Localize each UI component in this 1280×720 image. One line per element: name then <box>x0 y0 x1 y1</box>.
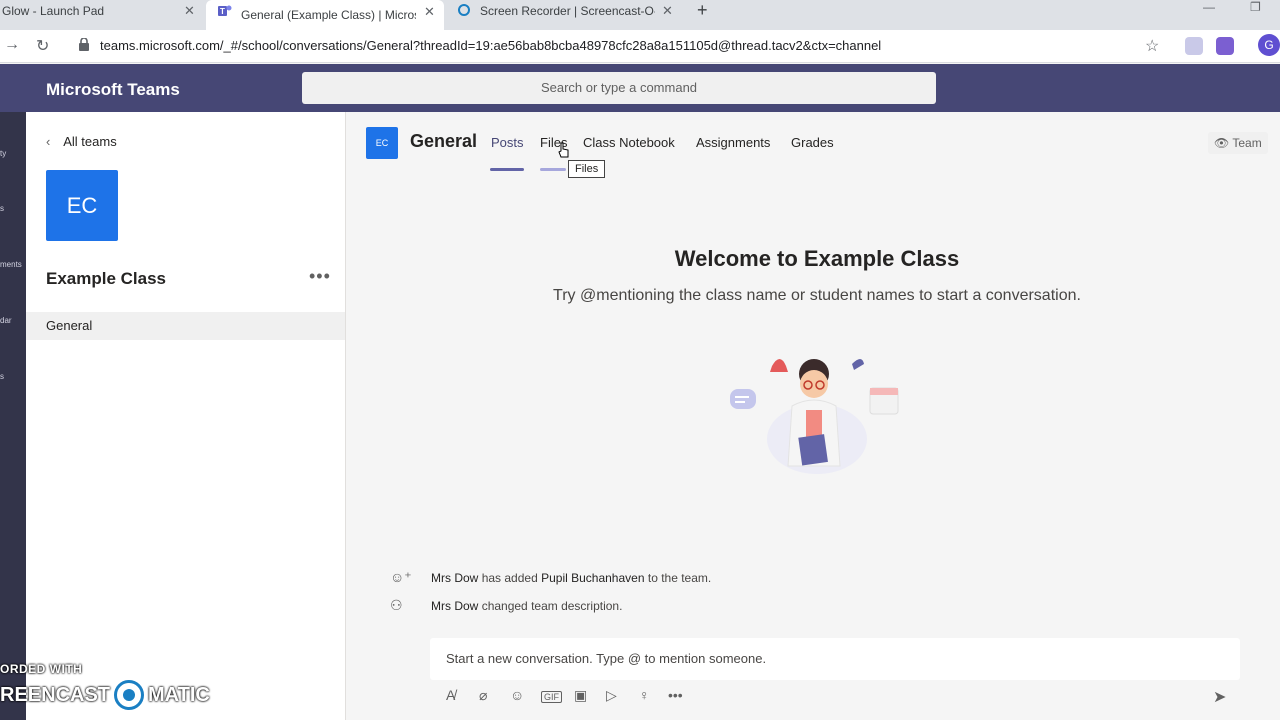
watermark-right: MATIC <box>148 683 210 706</box>
tab-assignments[interactable]: Assignments <box>696 135 770 150</box>
channel-avatar: EC <box>366 127 398 159</box>
active-tab-indicator <box>490 168 524 171</box>
team-name: Example Class <box>46 269 167 288</box>
svg-text:T: T <box>220 7 225 16</box>
welcome-illustration <box>730 359 899 474</box>
reload-icon[interactable]: ↻ <box>36 36 49 56</box>
teams-header: Microsoft Teams Search or type a command <box>0 64 1280 112</box>
tab-title: Screen Recorder | Screencast-O- <box>480 4 655 18</box>
minimize-icon[interactable]: — <box>1203 0 1215 14</box>
rail-item-label[interactable]: s <box>0 372 4 381</box>
activity-actor[interactable]: Mrs Dow <box>431 571 478 585</box>
all-teams-link[interactable]: ‹ All teams <box>46 134 117 149</box>
channel-main: EC General Posts Files Class Notebook As… <box>346 112 1280 720</box>
browser-tab-active[interactable]: T General (Example Class) | Micros ✕ <box>206 0 444 30</box>
app-rail: ty s ments dar s <box>0 112 26 720</box>
rail-item-label[interactable]: s <box>0 204 4 213</box>
team-button[interactable]: 👁 Team <box>1208 132 1268 154</box>
welcome-subtitle: Try @mentioning the class name or studen… <box>553 287 1081 304</box>
activity-item: ⚇ Mrs Dow changed team description. <box>390 597 790 615</box>
eye-icon: 👁 <box>1214 136 1230 150</box>
sticker-icon[interactable]: ▣ <box>574 687 587 704</box>
rail-item-label[interactable]: ty <box>0 149 6 158</box>
browser-tab[interactable]: Screen Recorder | Screencast-O- ✕ <box>456 0 686 22</box>
teams-icon: T <box>218 5 232 16</box>
watermark-line1: ORDED WITH <box>0 662 83 676</box>
more-options-icon[interactable]: ••• <box>668 687 683 703</box>
app-title: Microsoft Teams <box>46 80 180 99</box>
new-tab-icon[interactable]: + <box>697 0 708 21</box>
close-icon[interactable]: ✕ <box>662 3 673 19</box>
restore-icon[interactable]: ❐ <box>1250 0 1261 14</box>
watermark-left: REENCAST <box>0 683 111 706</box>
browser-tabstrip: Glow - Launch Pad ✕ T General (Example C… <box>0 0 1280 30</box>
activity-tail: to the team. <box>647 571 712 585</box>
compose-box[interactable]: Start a new conversation. Type @ to ment… <box>430 638 1240 680</box>
praise-icon[interactable]: ♀ <box>639 687 650 703</box>
activity-item: ☺⁺ Mrs Dow has added Pupil Buchanhaven t… <box>390 569 790 587</box>
lock-icon <box>79 38 89 51</box>
browser-tab[interactable]: Glow - Launch Pad ✕ <box>2 0 202 22</box>
meet-icon[interactable]: ▷ <box>606 687 617 704</box>
send-icon[interactable]: ➤ <box>1213 687 1226 707</box>
activity-action: changed team description. <box>481 599 623 613</box>
attach-icon[interactable]: ⌀ <box>479 687 487 704</box>
format-icon[interactable]: A̸ <box>446 687 455 703</box>
welcome-title: Welcome to Example Class <box>674 246 960 271</box>
rail-item-label[interactable]: ments <box>0 260 22 269</box>
profile-avatar[interactable]: G <box>1258 34 1280 56</box>
forward-icon[interactable]: → <box>4 36 20 54</box>
gif-icon[interactable]: GIF <box>541 691 562 703</box>
tab-posts[interactable]: Posts <box>491 135 524 150</box>
chevron-left-icon: ‹ <box>46 134 51 149</box>
activity-action: has added <box>481 571 538 585</box>
tooltip: Files <box>568 160 606 178</box>
channel-title: General <box>410 131 478 151</box>
add-person-icon: ☺⁺ <box>390 569 412 585</box>
url-text[interactable]: teams.microsoft.com/_#/school/conversati… <box>100 38 881 53</box>
tab-grades[interactable]: Grades <box>791 135 834 150</box>
activity-target[interactable]: Pupil Buchanhaven <box>541 571 644 585</box>
team-icon: ⚇ <box>390 597 403 613</box>
address-bar: → ↻ teams.microsoft.com/_#/school/conver… <box>0 30 1280 63</box>
screencast-logo-icon <box>114 680 145 710</box>
search-input[interactable]: Search or type a command <box>302 72 936 104</box>
activity-actor[interactable]: Mrs Dow <box>431 599 478 613</box>
hover-tab-indicator <box>540 168 566 171</box>
tab-title: Glow - Launch Pad <box>2 4 105 18</box>
team-pane: ‹ All teams EC Example Class ••• General <box>26 112 346 720</box>
emoji-icon[interactable]: ☺ <box>510 687 524 703</box>
tab-title: General (Example Class) | Micros <box>241 8 416 22</box>
hand-cursor-icon <box>558 142 569 158</box>
extension-icon[interactable] <box>1216 37 1234 55</box>
rail-item-label[interactable]: dar <box>0 316 12 325</box>
close-icon[interactable]: ✕ <box>424 4 435 20</box>
team-avatar: EC <box>46 170 118 241</box>
close-icon[interactable]: ✕ <box>184 3 195 19</box>
watermark-logo: REENCAST MATIC <box>0 680 210 710</box>
extension-icon[interactable] <box>1185 37 1203 55</box>
screencast-icon <box>458 4 470 16</box>
tab-class-notebook[interactable]: Class Notebook <box>583 135 675 150</box>
bookmark-star-icon[interactable]: ☆ <box>1145 36 1159 56</box>
all-teams-label: All teams <box>63 134 117 149</box>
channel-item-general[interactable]: General <box>26 312 345 340</box>
more-options-icon[interactable]: ••• <box>309 266 331 287</box>
team-button-label: Team <box>1232 136 1262 150</box>
